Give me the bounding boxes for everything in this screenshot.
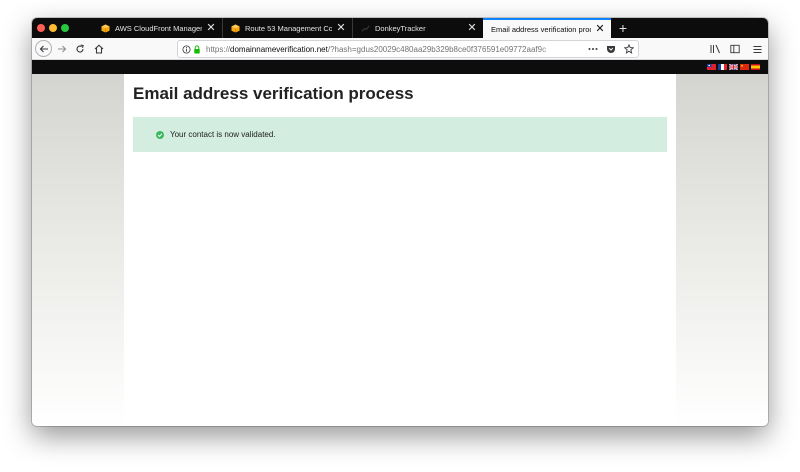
page-container: Email address verification process Your … <box>124 74 676 426</box>
uk-flag[interactable] <box>729 64 738 70</box>
new-tab-button[interactable]: + <box>615 20 631 36</box>
hamburger-icon <box>753 45 761 53</box>
menu-button[interactable] <box>749 41 765 57</box>
aws-cube-icon <box>101 23 110 33</box>
page-actions-icon[interactable] <box>588 47 598 51</box>
url-path: /?hash=gdus20029c480aa29b329b8ce0f376591… <box>327 44 547 54</box>
back-arrow-icon <box>39 45 48 52</box>
tab-strip: AWS CloudFront Management C ✕ Route 53 M… <box>32 18 768 38</box>
tab-title: Route 53 Management Console <box>245 23 332 33</box>
url-actions <box>588 44 634 54</box>
home-button[interactable] <box>91 41 107 57</box>
tab-title: AWS CloudFront Management C <box>115 23 202 33</box>
library-button[interactable] <box>707 41 723 57</box>
window-minimize-button[interactable] <box>49 24 57 32</box>
close-tab-icon[interactable]: ✕ <box>336 23 346 34</box>
reload-icon <box>76 44 84 53</box>
tab-title: Email address verification process <box>491 24 591 34</box>
lock-icon[interactable] <box>193 44 201 54</box>
check-circle-icon <box>156 130 164 139</box>
navigation-toolbar: https://domainnameverification.net/?hash… <box>32 38 768 60</box>
pocket-icon[interactable] <box>606 44 616 54</box>
forward-arrow-icon <box>58 45 67 53</box>
url-scheme: https:// <box>206 44 231 54</box>
address-bar[interactable]: https://domainnameverification.net/?hash… <box>177 40 639 58</box>
close-tab-icon[interactable]: ✕ <box>206 23 216 34</box>
browser-window: AWS CloudFront Management C ✕ Route 53 M… <box>32 18 768 426</box>
spain-flag[interactable] <box>751 64 760 70</box>
tab-email-verification[interactable]: Email address verification process ✕ <box>483 18 611 38</box>
language-flags <box>707 64 760 70</box>
library-icon <box>710 44 720 54</box>
language-bar <box>32 60 768 74</box>
tab-donkeytracker[interactable]: DonkeyTracker ✕ <box>353 18 483 38</box>
donkey-icon <box>361 24 370 32</box>
sidebar-button[interactable] <box>727 41 743 57</box>
aws-cube-icon <box>231 23 240 33</box>
url-domain: domainnameverification.net <box>230 44 328 54</box>
tab-title: DonkeyTracker <box>375 23 426 33</box>
tab-route53[interactable]: Route 53 Management Console ✕ <box>223 18 353 38</box>
window-maximize-button[interactable] <box>61 24 69 32</box>
window-close-button[interactable] <box>37 24 45 32</box>
url-text[interactable]: https://domainnameverification.net/?hash… <box>206 45 582 54</box>
reload-button[interactable] <box>72 41 88 57</box>
info-icon[interactable] <box>182 44 191 54</box>
sidebar-icon <box>730 44 740 54</box>
bookmark-star-icon[interactable] <box>624 44 634 54</box>
taiwan-flag[interactable] <box>707 64 716 70</box>
page-title: Email address verification process <box>133 84 414 103</box>
close-tab-icon[interactable]: ✕ <box>595 24 605 35</box>
china-flag[interactable] <box>740 64 749 70</box>
success-alert: Your contact is now validated. <box>133 117 667 152</box>
tab-aws-cloudfront[interactable]: AWS CloudFront Management C ✕ <box>93 18 223 38</box>
home-icon <box>94 44 104 54</box>
close-tab-icon[interactable]: ✕ <box>467 23 477 34</box>
alert-message: Your contact is now validated. <box>170 130 276 139</box>
forward-button[interactable] <box>54 41 70 57</box>
page-viewport: Email address verification process Your … <box>32 60 768 426</box>
france-flag[interactable] <box>718 64 727 70</box>
back-button[interactable] <box>35 40 52 57</box>
